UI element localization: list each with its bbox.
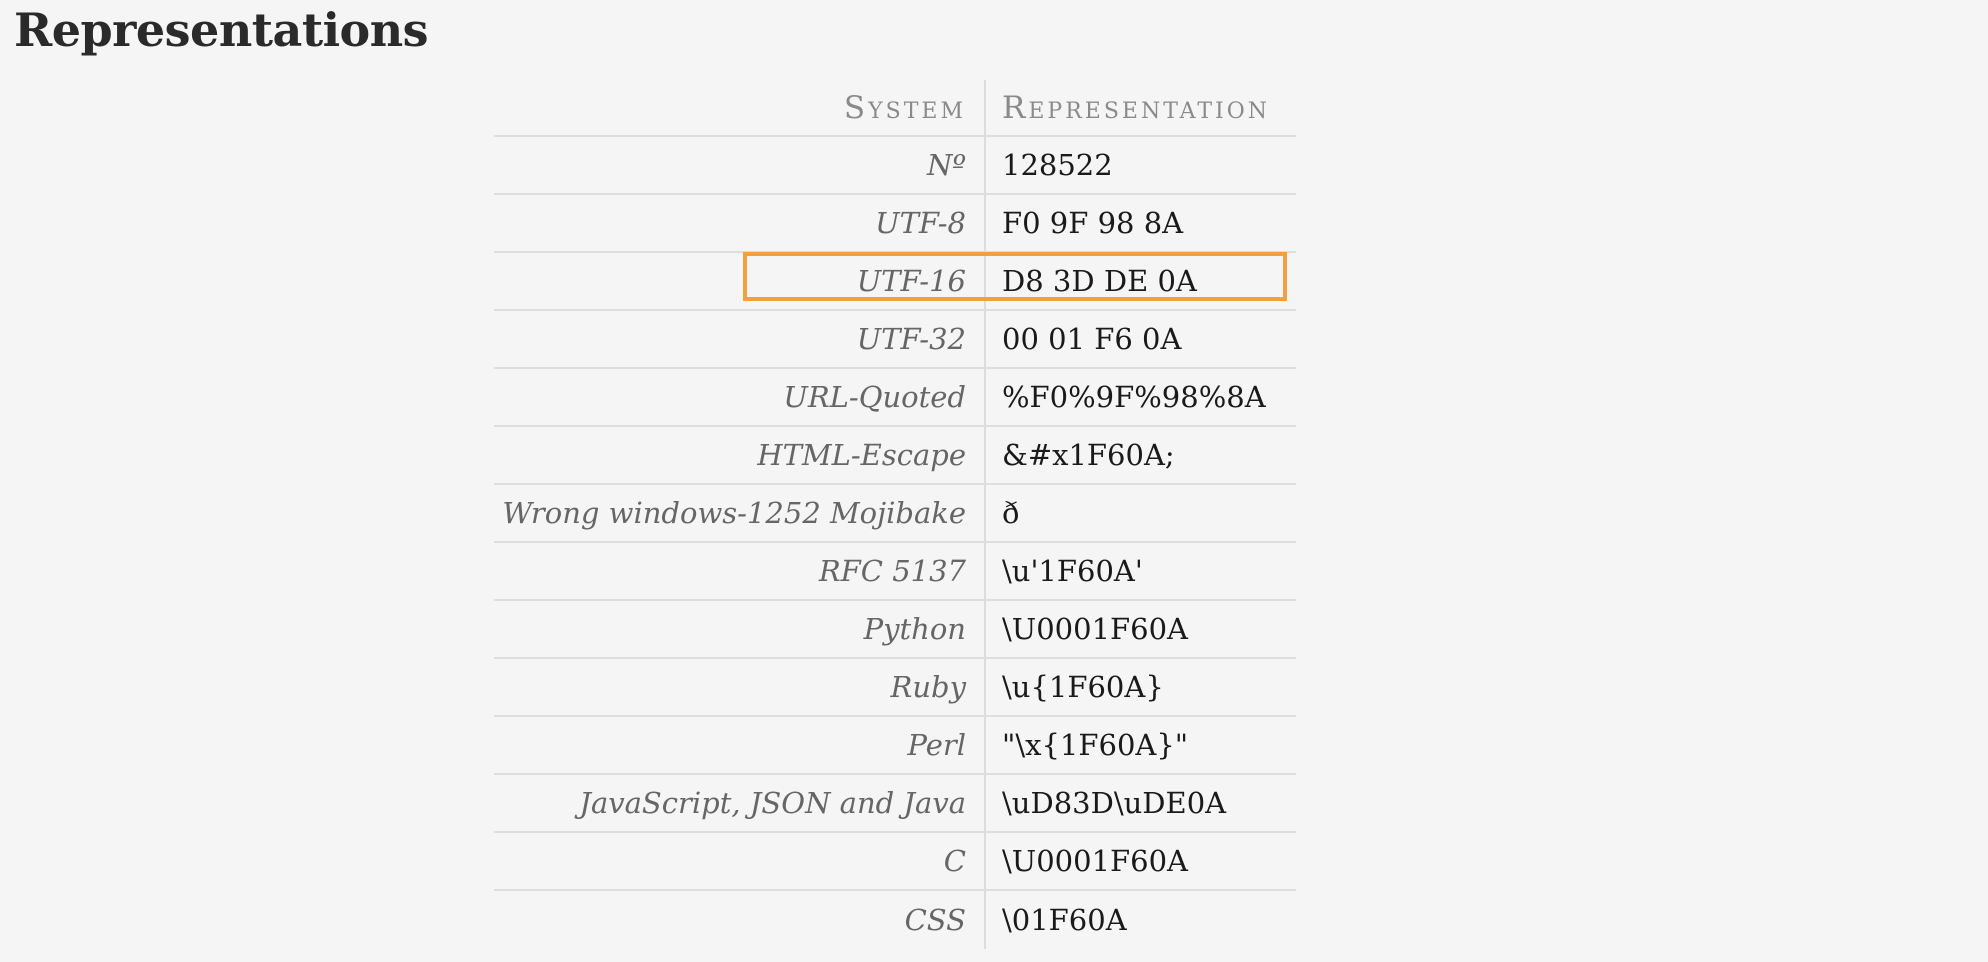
system-cell: HTML-Escape xyxy=(494,427,986,483)
system-cell: UTF-16 xyxy=(494,253,986,309)
representation-cell: F0 9F 98 8A xyxy=(1002,206,1184,240)
table-row: Nº 128522 xyxy=(494,137,1296,195)
representation-cell: \uD83D\uDE0A xyxy=(1002,786,1227,820)
system-cell: JavaScript, JSON and Java xyxy=(494,775,986,831)
page-title: Representations xyxy=(14,3,429,57)
table-row: HTML-Escape &#x1F60A; xyxy=(494,427,1296,485)
table-row: CSS \01F60A xyxy=(494,891,1296,949)
column-header-representation: Representation xyxy=(1002,89,1271,126)
table-header-row: System Representation xyxy=(494,80,1296,137)
representation-cell: %F0%9F%98%8A xyxy=(1002,380,1266,414)
system-cell: Python xyxy=(494,601,986,657)
table-row: Ruby \u{1F60A} xyxy=(494,659,1296,717)
system-cell: URL-Quoted xyxy=(494,369,986,425)
table-row: JavaScript, JSON and Java \uD83D\uDE0A xyxy=(494,775,1296,833)
system-cell: UTF-8 xyxy=(494,195,986,251)
representation-cell: \U0001F60A xyxy=(1002,612,1188,646)
system-cell: RFC 5137 xyxy=(494,543,986,599)
column-header-system: System xyxy=(494,80,986,135)
representation-cell: \U0001F60A xyxy=(1002,844,1188,878)
table-row-highlighted: UTF-16 D8 3D DE 0A xyxy=(494,253,1296,311)
representation-cell: "\x{1F60A}" xyxy=(1002,728,1189,762)
representation-cell: ð xyxy=(1002,496,1020,530)
system-cell: Nº xyxy=(494,137,986,193)
table-row: Python \U0001F60A xyxy=(494,601,1296,659)
system-cell: Perl xyxy=(494,717,986,773)
system-cell: Ruby xyxy=(494,659,986,715)
system-cell: C xyxy=(494,833,986,889)
representation-cell: 128522 xyxy=(1002,148,1113,182)
table-row: Perl "\x{1F60A}" xyxy=(494,717,1296,775)
table-row: RFC 5137 \u'1F60A' xyxy=(494,543,1296,601)
system-cell: CSS xyxy=(494,891,986,949)
system-cell: UTF-32 xyxy=(494,311,986,367)
representation-cell: \u'1F60A' xyxy=(1002,554,1143,588)
table-row: UTF-32 00 01 F6 0A xyxy=(494,311,1296,369)
representation-cell: 00 01 F6 0A xyxy=(1002,322,1182,356)
table-row: Wrong windows-1252 Mojibake ð xyxy=(494,485,1296,543)
representation-cell: D8 3D DE 0A xyxy=(1002,264,1197,298)
representations-table: System Representation Nº 128522 UTF-8 F0… xyxy=(494,80,1296,949)
system-cell: Wrong windows-1252 Mojibake xyxy=(494,485,986,541)
table-row: URL-Quoted %F0%9F%98%8A xyxy=(494,369,1296,427)
representation-cell: \01F60A xyxy=(1002,903,1127,937)
table-row: C \U0001F60A xyxy=(494,833,1296,891)
table-row: UTF-8 F0 9F 98 8A xyxy=(494,195,1296,253)
representation-cell: \u{1F60A} xyxy=(1002,670,1164,704)
representation-cell: &#x1F60A; xyxy=(1002,438,1175,472)
